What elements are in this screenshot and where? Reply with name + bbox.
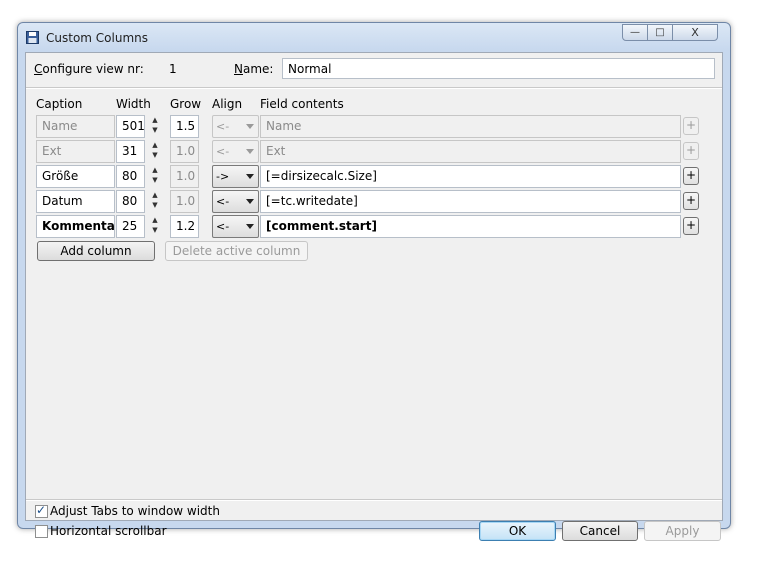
caption-header: Caption bbox=[36, 97, 83, 111]
chevron-down-icon bbox=[246, 199, 254, 204]
spin-up-icon[interactable]: ▲ bbox=[150, 115, 160, 125]
insert-field-button[interactable]: + bbox=[683, 217, 699, 235]
width-spinner[interactable]: ▲ ▼ bbox=[150, 215, 160, 238]
add-column-button[interactable]: Add column bbox=[37, 241, 155, 261]
chevron-down-icon bbox=[246, 224, 254, 229]
view-nr-label: Configure view nr: bbox=[34, 62, 144, 76]
grow-field[interactable]: 1.0 bbox=[170, 140, 199, 163]
close-icon: X bbox=[691, 26, 699, 39]
grow-field[interactable]: 1.5 bbox=[170, 115, 199, 138]
delete-active-column-button[interactable]: Delete active column bbox=[165, 241, 308, 261]
width-spinner[interactable]: ▲ ▼ bbox=[150, 190, 160, 213]
field-contents-input[interactable]: [comment.start] bbox=[260, 215, 681, 238]
align-dropdown[interactable]: <- bbox=[212, 190, 259, 213]
align-dropdown[interactable]: -> bbox=[212, 165, 259, 188]
width-field[interactable]: 31 bbox=[116, 140, 145, 163]
width-header: Width bbox=[116, 97, 151, 111]
insert-field-button[interactable]: + bbox=[683, 117, 699, 135]
minimize-icon: — bbox=[630, 27, 640, 38]
custom-columns-dialog: Custom Columns — □ X Configure view nr: … bbox=[17, 22, 731, 541]
width-field[interactable]: 80 bbox=[116, 190, 145, 213]
align-dropdown[interactable]: <- bbox=[212, 215, 259, 238]
spin-up-icon[interactable]: ▲ bbox=[150, 140, 160, 150]
dialog-body: Configure view nr: 1 Name: Normal Captio… bbox=[25, 52, 723, 541]
chevron-down-icon bbox=[246, 174, 254, 179]
minimize-button[interactable]: — bbox=[622, 24, 648, 41]
horizontal-scrollbar-checkbox[interactable] bbox=[35, 525, 48, 538]
bottom-separator bbox=[26, 499, 722, 501]
name-label: Name: bbox=[234, 62, 274, 76]
width-spinner[interactable]: ▲ ▼ bbox=[150, 165, 160, 188]
spin-up-icon[interactable]: ▲ bbox=[150, 190, 160, 200]
spin-down-icon[interactable]: ▼ bbox=[150, 175, 160, 185]
field-contents-input[interactable]: [=tc.writedate] bbox=[260, 190, 681, 213]
chevron-down-icon bbox=[246, 149, 254, 154]
adjust-tabs-checkbox[interactable] bbox=[35, 503, 48, 518]
title-bar[interactable]: Custom Columns — □ X bbox=[18, 23, 730, 51]
insert-field-button[interactable]: + bbox=[683, 167, 699, 185]
adjust-tabs-label: Adjust Tabs to window width bbox=[50, 504, 220, 518]
caption-field[interactable]: Kommentar bbox=[36, 215, 115, 238]
maximize-icon: □ bbox=[655, 27, 665, 38]
spin-down-icon[interactable]: ▼ bbox=[150, 150, 160, 160]
width-spinner[interactable]: ▲ ▼ bbox=[150, 115, 160, 138]
align-header: Align bbox=[212, 97, 243, 111]
caption-field[interactable]: Größe bbox=[36, 165, 115, 188]
align-dropdown[interactable]: <- bbox=[212, 115, 259, 138]
width-field[interactable]: 25 bbox=[116, 215, 145, 238]
field-contents-header: Field contents bbox=[260, 97, 344, 111]
align-dropdown[interactable]: <- bbox=[212, 140, 259, 163]
caption-field[interactable]: Name bbox=[36, 115, 115, 138]
spin-down-icon[interactable]: ▼ bbox=[150, 225, 160, 235]
field-contents-input[interactable]: Ext bbox=[260, 140, 681, 163]
caption-field[interactable]: Ext bbox=[36, 140, 115, 163]
maximize-button[interactable]: □ bbox=[647, 24, 673, 41]
grow-field[interactable]: 1.0 bbox=[170, 190, 199, 213]
cancel-button[interactable]: Cancel bbox=[562, 521, 638, 541]
insert-field-button[interactable]: + bbox=[683, 142, 699, 160]
grow-header: Grow bbox=[170, 97, 202, 111]
spin-up-icon[interactable]: ▲ bbox=[150, 165, 160, 175]
view-nr-value: 1 bbox=[169, 62, 177, 76]
grow-field[interactable]: 1.2 bbox=[170, 215, 199, 238]
field-contents-input[interactable]: Name bbox=[260, 115, 681, 138]
name-input[interactable]: Normal bbox=[282, 58, 715, 79]
field-contents-input[interactable]: [=dirsizecalc.Size] bbox=[260, 165, 681, 188]
apply-button[interactable]: Apply bbox=[644, 521, 721, 541]
spin-down-icon[interactable]: ▼ bbox=[150, 125, 160, 135]
chevron-down-icon bbox=[246, 124, 254, 129]
width-field[interactable]: 501 bbox=[116, 115, 145, 138]
window-title: Custom Columns bbox=[46, 31, 148, 45]
width-field[interactable]: 80 bbox=[116, 165, 145, 188]
close-button[interactable]: X bbox=[672, 24, 718, 41]
horizontal-scrollbar-label: Horizontal scrollbar bbox=[50, 524, 167, 538]
ok-button[interactable]: OK bbox=[479, 521, 556, 541]
spin-down-icon[interactable]: ▼ bbox=[150, 200, 160, 210]
width-spinner[interactable]: ▲ ▼ bbox=[150, 140, 160, 163]
spin-up-icon[interactable]: ▲ bbox=[150, 215, 160, 225]
grow-field[interactable]: 1.0 bbox=[170, 165, 199, 188]
floppy-disk-icon bbox=[26, 31, 39, 44]
caption-field[interactable]: Datum bbox=[36, 190, 115, 213]
separator bbox=[26, 87, 722, 89]
insert-field-button[interactable]: + bbox=[683, 192, 699, 210]
